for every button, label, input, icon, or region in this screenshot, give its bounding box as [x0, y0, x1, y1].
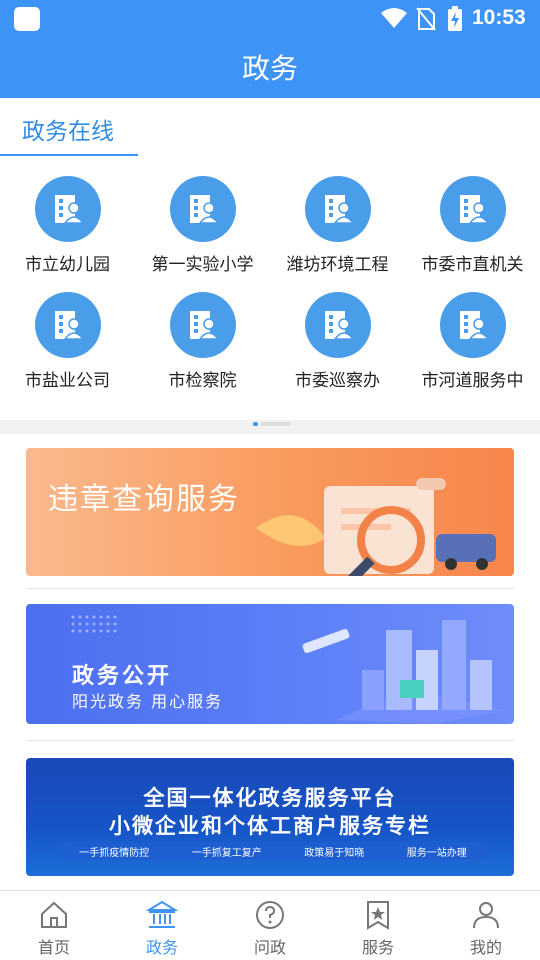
org-item[interactable]: 市检察院: [135, 292, 270, 391]
org-label: 市委巡察办: [295, 371, 380, 391]
status-time: 10:53: [472, 6, 526, 29]
banner-tag: 一手抓复工复产: [191, 847, 262, 859]
page-title: 政务: [241, 52, 298, 85]
page-indicator-active: [253, 422, 258, 426]
org-label: 市检察院: [168, 371, 237, 391]
nav-item-mine[interactable]: 我的: [432, 891, 540, 960]
banner-list: 违章查询服务 政务公开 阳光政务 用心服务 全国一体化政务服务平台 小微企业和个…: [0, 434, 540, 890]
org-label: 第一实验小学: [151, 255, 254, 275]
org-item[interactable]: 市委市直机关: [405, 176, 540, 275]
user-icon: [473, 902, 499, 929]
nav-item-service[interactable]: 服务: [324, 891, 432, 960]
building-person-icon: [304, 176, 371, 242]
banner-subtitle: 小微企业和个体工商户服务专栏: [109, 814, 431, 838]
building-person-icon: [439, 176, 506, 242]
page-indicator: [253, 411, 291, 430]
app-notification-icon: [14, 7, 40, 31]
banner-tag: 服务一站办理: [406, 847, 467, 859]
building-person-icon: [34, 176, 101, 242]
battery-charging-icon: [448, 6, 462, 31]
nav-item-gov[interactable]: 政务: [108, 891, 216, 960]
org-item[interactable]: 第一实验小学: [135, 176, 270, 275]
org-label: 市委市直机关: [421, 255, 524, 275]
banner-title: 全国一体化政务服务平台: [143, 786, 397, 810]
dot-pattern-decoration: [71, 615, 117, 633]
building-person-icon: [34, 292, 101, 358]
government-building-icon: [146, 900, 178, 928]
document-magnifier-car-illustration: [256, 478, 496, 576]
nav-label: 我的: [469, 938, 502, 957]
section-underline: [0, 154, 138, 156]
org-item[interactable]: 潍坊环境工程: [270, 176, 405, 275]
org-item[interactable]: 市河道服务中: [405, 292, 540, 391]
wifi-icon: [381, 8, 407, 28]
org-item[interactable]: 市委巡察办: [270, 292, 405, 391]
building-person-icon: [304, 292, 371, 358]
violation-query-banner[interactable]: 违章查询服务: [26, 448, 514, 576]
city-buildings-illustration: [302, 620, 506, 724]
nav-label: 服务: [361, 938, 394, 957]
banner-tag-strip: 一手抓疫情防控 一手抓复工复产 政策易于知晓 服务一站办理: [58, 842, 488, 860]
divider: [26, 740, 514, 741]
online-section: 政务在线 市立幼儿园 第一实验小学 潍坊环境工程 市委市直机关 市盐业公司 市检…: [0, 98, 540, 426]
section-title: 政务在线: [22, 119, 114, 145]
org-label: 市立幼儿园: [25, 255, 110, 275]
org-label: 市河道服务中: [421, 371, 524, 391]
building-person-icon: [169, 176, 236, 242]
divider: [26, 588, 514, 589]
nav-item-home[interactable]: 首页: [0, 891, 108, 960]
nav-label: 政务: [145, 938, 178, 957]
nav-label: 首页: [37, 938, 70, 957]
nav-item-ask[interactable]: 问政: [216, 891, 324, 960]
nav-label: 问政: [253, 938, 286, 957]
national-platform-banner[interactable]: 全国一体化政务服务平台 小微企业和个体工商户服务专栏 一手抓疫情防控 一手抓复工…: [26, 758, 514, 876]
banner-tag: 政策易于知晓: [304, 847, 365, 859]
banner-subtitle: 阳光政务 用心服务: [72, 692, 224, 711]
org-label: 潍坊环境工程: [286, 255, 389, 275]
question-icon: [256, 901, 284, 929]
bottom-navigation: 首页 政务 问政 服务 我的: [0, 890, 540, 960]
banner-title: 违章查询服务: [48, 482, 240, 517]
building-person-icon: [169, 292, 236, 358]
top-bar: 10:53 政务: [0, 0, 540, 98]
banner-title: 政务公开: [72, 664, 173, 689]
banner-tag: 一手抓疫情防控: [79, 847, 150, 859]
status-bar: 10:53: [0, 0, 540, 38]
org-item[interactable]: 市立幼儿园: [0, 176, 135, 275]
building-person-icon: [439, 292, 506, 358]
star-bookmark-icon: [367, 901, 389, 930]
org-item[interactable]: 市盐业公司: [0, 292, 135, 391]
page-indicator-inactive: [261, 422, 291, 426]
gov-affairs-open-banner[interactable]: 政务公开 阳光政务 用心服务: [26, 604, 514, 724]
no-sim-icon: [416, 7, 436, 31]
org-label: 市盐业公司: [25, 371, 110, 391]
home-icon: [41, 901, 67, 928]
